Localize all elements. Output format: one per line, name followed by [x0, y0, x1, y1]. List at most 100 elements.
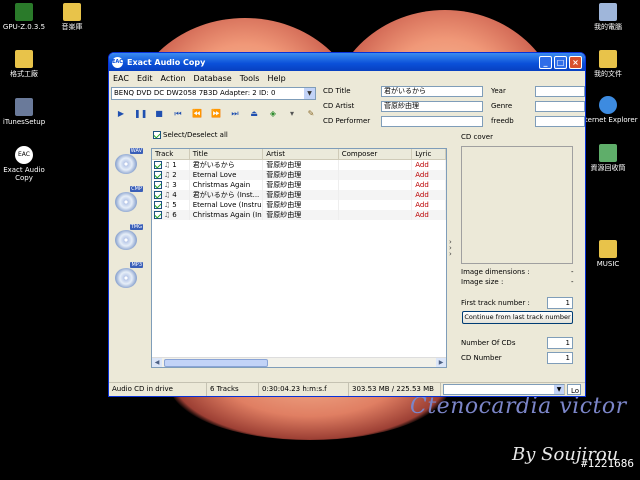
cd-cover-image-area[interactable]	[461, 146, 573, 264]
recycle-bin-icon	[599, 144, 617, 162]
lyric-add-link[interactable]: Add	[412, 160, 446, 170]
desktop-icon-recycle-bin[interactable]: 資源回收筒	[578, 144, 638, 172]
cd-icon	[115, 192, 137, 212]
track-list: Track Title Artist Composer Lyric ♫ 1 君がい…	[151, 148, 447, 368]
track-list-header: Track Title Artist Composer Lyric	[152, 149, 446, 160]
menu-database[interactable]: Database	[194, 74, 232, 83]
freedb-field[interactable]	[535, 116, 585, 127]
scroll-right-icon[interactable]: ▶	[436, 358, 446, 367]
transport-controls: ▶ ❚❚ ■ ⏮ ⏪ ⏩ ⏭ ⏏ ◈ ▾ ✎	[115, 109, 317, 119]
window-title: Exact Audio Copy	[127, 57, 206, 67]
minimize-button[interactable]: _	[539, 55, 552, 69]
desktop-icon-music[interactable]: MUSIC	[578, 240, 638, 268]
close-button[interactable]: ×	[569, 55, 582, 69]
folder-icon	[63, 3, 81, 21]
desktop-icon-internet-explorer[interactable]: Internet Explorer	[578, 96, 638, 124]
installer-icon	[15, 98, 33, 116]
pane-splitter-handle[interactable]: › › ›	[449, 239, 456, 259]
table-row[interactable]: ♫ 3 Christmas Again 菅原紗由理 Add	[152, 180, 446, 190]
number-of-cds-input[interactable]: 1	[547, 337, 573, 349]
music-note-icon: ♫	[164, 171, 171, 179]
table-row[interactable]: ♫6 Christmas Again (Ins... 菅原紗由理 Add	[152, 210, 446, 220]
eject-icon[interactable]: ⏏	[248, 109, 260, 119]
stop-icon[interactable]: ■	[153, 109, 165, 119]
chevron-down-icon[interactable]: ▼	[554, 385, 564, 394]
continue-from-last-track-button[interactable]: Continue from last track number	[462, 311, 573, 324]
title-bar[interactable]: EAC Exact Audio Copy _ □ ×	[109, 53, 585, 71]
copy-mp3-button[interactable]: MP3	[113, 262, 143, 290]
log-button[interactable]: Lo	[567, 384, 581, 395]
lyric-add-link[interactable]: Add	[412, 200, 446, 210]
desktop-icon-eac[interactable]: EAC Exact Audio Copy	[0, 146, 54, 182]
rewind-icon[interactable]: ⏪	[191, 109, 203, 119]
first-track-label: First track number :	[461, 299, 530, 307]
freedb-dropdown-icon[interactable]: ▾	[286, 109, 298, 119]
select-all-checkbox[interactable]	[153, 131, 161, 139]
column-header-track[interactable]: Track	[152, 149, 190, 159]
fast-forward-icon[interactable]: ⏩	[210, 109, 222, 119]
status-profile-select[interactable]: ▼	[443, 384, 565, 395]
copy-compressed-button[interactable]: CMP	[113, 186, 143, 214]
copy-image-button[interactable]: TMG	[113, 224, 143, 252]
maximize-button[interactable]: □	[554, 55, 567, 69]
menu-eac[interactable]: EAC	[113, 74, 129, 83]
select-all-toggle[interactable]: Select/Deselect all	[153, 131, 228, 139]
freedb-icon[interactable]: ◈	[267, 109, 279, 119]
column-header-title[interactable]: Title	[190, 149, 264, 159]
table-row[interactable]: ♫ 5 Eternal Love (Instru... 菅原紗由理 Add	[152, 200, 446, 210]
desktop-icon-format-factory[interactable]: 格式工廠	[0, 50, 54, 78]
lyric-add-link[interactable]: Add	[412, 180, 446, 190]
next-track-icon[interactable]: ⏭	[229, 109, 241, 119]
track-checkbox[interactable]	[154, 181, 162, 189]
status-length: 0:30:04.23 h:m:s.f	[259, 383, 349, 396]
cd-artist-field[interactable]: 菅原紗由理	[381, 101, 483, 112]
genre-field[interactable]	[535, 101, 585, 112]
lyric-add-link[interactable]: Add	[412, 190, 446, 200]
cd-number-input[interactable]: 1	[547, 352, 573, 364]
chevron-down-icon[interactable]: ▼	[304, 88, 315, 99]
computer-icon	[599, 3, 617, 21]
desktop-icon-my-computer[interactable]: 我的電腦	[578, 3, 638, 31]
menu-edit[interactable]: Edit	[137, 74, 153, 83]
menu-tools[interactable]: Tools	[240, 74, 260, 83]
track-checkbox[interactable]	[154, 171, 162, 179]
desktop-icon-my-documents[interactable]: 我的文件	[578, 50, 638, 78]
eac-app-icon: EAC	[112, 56, 123, 68]
music-note-icon: ♫	[164, 211, 171, 219]
eac-window: EAC Exact Audio Copy _ □ × EAC Edit Acti…	[108, 52, 586, 397]
table-row[interactable]: ♫ 1 君がいるから 菅原紗由理 Add	[152, 160, 446, 170]
track-checkbox[interactable]	[154, 161, 162, 169]
folder-icon	[15, 50, 33, 68]
scrollbar-thumb[interactable]	[164, 359, 268, 367]
lyric-add-link[interactable]: Add	[412, 170, 446, 180]
freedb-label: freedb	[491, 117, 514, 125]
drive-select[interactable]: BENQ DVD DC DW2058 7B3D Adapter: 2 ID: 0…	[111, 87, 316, 100]
horizontal-scrollbar[interactable]: ◀ ▶	[152, 357, 446, 367]
scroll-left-icon[interactable]: ◀	[152, 358, 162, 367]
track-checkbox[interactable]	[154, 211, 162, 219]
cover-icon[interactable]: ✎	[305, 109, 317, 119]
track-checkbox[interactable]	[154, 201, 162, 209]
track-checkbox[interactable]	[154, 191, 162, 199]
menu-help[interactable]: Help	[267, 74, 285, 83]
drive-select-value: BENQ DVD DC DW2058 7B3D Adapter: 2 ID: 0	[114, 89, 276, 97]
column-header-composer[interactable]: Composer	[339, 149, 413, 159]
image-dimensions-label: Image dimensions :	[461, 268, 530, 276]
year-field[interactable]	[535, 86, 585, 97]
desktop-icon-music-folder[interactable]: 音楽庫	[42, 3, 102, 31]
menu-action[interactable]: Action	[160, 74, 185, 83]
desktop-icon-itunes-setup[interactable]: iTunesSetup	[0, 98, 54, 126]
lyric-add-link[interactable]: Add	[412, 210, 446, 220]
table-row[interactable]: ♫ 2 Eternal Love 菅原紗由理 Add	[152, 170, 446, 180]
pause-icon[interactable]: ❚❚	[134, 109, 147, 119]
column-header-artist[interactable]: Artist	[263, 149, 339, 159]
table-row[interactable]: ♫ 4 君がいるから (Inst... 菅原紗由理 Add	[152, 190, 446, 200]
cd-title-field[interactable]: 君がいるから	[381, 86, 483, 97]
first-track-input[interactable]: 1	[547, 297, 573, 309]
column-header-lyric[interactable]: Lyric	[412, 149, 446, 159]
previous-track-icon[interactable]: ⏮	[172, 109, 184, 119]
copy-wav-button[interactable]: WAV	[113, 148, 143, 176]
cd-performer-field[interactable]	[381, 116, 483, 127]
play-icon[interactable]: ▶	[115, 109, 127, 119]
track-rows: ♫ 1 君がいるから 菅原紗由理 Add ♫ 2 Eternal Love 菅原紗由…	[152, 160, 446, 220]
